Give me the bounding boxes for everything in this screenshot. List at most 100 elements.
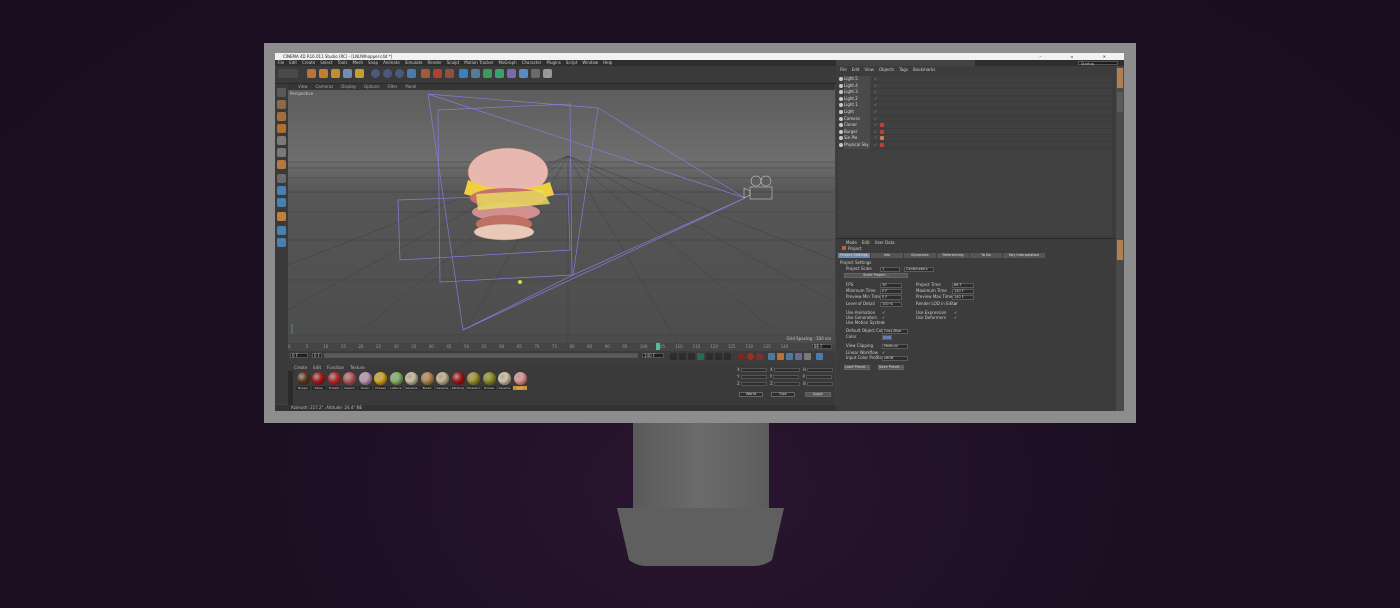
object-row[interactable]: Sin Pie ✓ xyxy=(838,135,1112,142)
om-menu-view[interactable]: View xyxy=(864,67,874,72)
visibility-check-icon[interactable]: ✓ xyxy=(874,122,877,129)
menu-render[interactable]: Render xyxy=(428,60,442,65)
menu-window[interactable]: Window xyxy=(582,60,598,65)
edge-tab-attributes[interactable] xyxy=(1117,240,1123,260)
timeline-menu-icon[interactable] xyxy=(816,353,823,360)
pla-key-icon[interactable] xyxy=(804,353,811,360)
menu-edit[interactable]: Edit xyxy=(289,60,297,65)
scale-key-icon[interactable] xyxy=(777,353,784,360)
load-preset-button[interactable]: Load Preset... xyxy=(844,365,870,370)
project-scale-field[interactable]: 1 xyxy=(880,267,900,272)
record-keys-icon[interactable] xyxy=(738,353,745,360)
tag-icon[interactable] xyxy=(880,143,884,147)
viewport-menu-filter[interactable]: Filter xyxy=(387,84,397,89)
menu-tools[interactable]: Tools xyxy=(338,60,348,65)
next-key-icon[interactable] xyxy=(715,353,722,360)
coord-mode-dropdown[interactable]: World xyxy=(739,392,763,397)
edges-mode-icon[interactable] xyxy=(277,148,286,157)
menu-sculpt[interactable]: Sculpt xyxy=(447,60,460,65)
timeline-ruler[interactable]: 0 5 10 15 20 25 30 35 40 45 50 55 60 65 70 75 80 85 90 95 10… xyxy=(288,343,835,351)
material-swatch[interactable]: Pickles xyxy=(482,372,496,390)
default-color-dropdown[interactable]: Gray-Blue xyxy=(882,329,908,334)
rotation-key-icon[interactable] xyxy=(786,353,793,360)
material-swatch[interactable]: Salt xyxy=(513,372,527,390)
om-menu-edit[interactable]: Edit xyxy=(852,67,860,72)
workplane-icon[interactable] xyxy=(277,124,286,133)
perspective-viewport[interactable]: Perspective Grid Spacing : 100 cm xyxy=(288,90,835,343)
om-menu-objects[interactable]: Objects xyxy=(879,67,894,72)
visibility-check-icon[interactable]: ✓ xyxy=(874,96,877,103)
timeline-playhead[interactable] xyxy=(656,343,660,350)
guide-icon[interactable] xyxy=(277,238,286,247)
points-mode-icon[interactable] xyxy=(277,136,286,145)
visibility-check-icon[interactable]: ✓ xyxy=(874,142,877,149)
layout-dropdown[interactable]: Startup xyxy=(1078,61,1118,66)
camera-icon[interactable] xyxy=(531,69,540,78)
goto-end-icon[interactable] xyxy=(724,353,731,360)
material-swatch[interactable]: Lettuce xyxy=(389,372,403,390)
preview-min-field[interactable]: 0 F xyxy=(880,295,902,300)
start-frame-field[interactable]: 0 F xyxy=(290,353,308,358)
menu-select[interactable]: Select xyxy=(320,60,332,65)
menu-simulate[interactable]: Simulate xyxy=(405,60,423,65)
prev-key-icon[interactable] xyxy=(679,353,686,360)
coord-field[interactable] xyxy=(807,368,834,372)
prev-frame-icon[interactable] xyxy=(688,353,695,360)
tab-project-settings[interactable]: Project Settings xyxy=(838,253,870,258)
visibility-check-icon[interactable]: ✓ xyxy=(874,76,877,83)
viewport-menu-view[interactable]: View xyxy=(298,84,308,89)
y-axis-icon[interactable] xyxy=(383,69,392,78)
project-scale-unit[interactable]: Centimeters xyxy=(904,267,934,272)
visibility-check-icon[interactable]: ✓ xyxy=(874,116,877,123)
menu-character[interactable]: Character xyxy=(522,60,542,65)
floor-icon[interactable] xyxy=(519,69,528,78)
view-clipping-dropdown[interactable]: Medium xyxy=(882,344,908,349)
viewport-menu-cameras[interactable]: Cameras xyxy=(316,84,334,89)
menu-mograph[interactable]: MoGraph xyxy=(499,60,517,65)
coord-field[interactable] xyxy=(806,375,833,379)
object-row[interactable]: Burger ✓ xyxy=(838,128,1112,136)
material-swatch[interactable]: Ketchup xyxy=(451,372,465,390)
light-icon[interactable] xyxy=(543,69,552,78)
position-key-icon[interactable] xyxy=(768,353,775,360)
keyframe-selection-icon[interactable] xyxy=(756,353,763,360)
am-menu-mode[interactable]: Mode xyxy=(846,240,857,245)
linear-workflow-checkbox[interactable]: ✓ xyxy=(882,350,885,355)
material-menu-edit[interactable]: Edit xyxy=(313,365,321,370)
rotate-icon[interactable] xyxy=(343,69,352,78)
tab-dynamics[interactable]: Dynamics xyxy=(904,253,936,258)
menu-animate[interactable]: Animate xyxy=(383,60,400,65)
visibility-check-icon[interactable]: ✓ xyxy=(874,135,877,142)
save-preset-button[interactable]: Save Preset... xyxy=(878,365,904,370)
menu-snap[interactable]: Snap xyxy=(368,60,378,65)
fps-field[interactable]: 30 xyxy=(880,283,902,288)
visibility-check-icon[interactable]: ✓ xyxy=(874,129,877,136)
material-swatch[interactable]: Burger xyxy=(296,372,310,390)
object-row[interactable]: Light.1 ✓ xyxy=(838,102,1112,109)
coord-field[interactable] xyxy=(807,382,834,386)
edge-tab-objects[interactable] xyxy=(1117,68,1123,88)
material-swatch[interactable]: Onion xyxy=(358,372,372,390)
polygons-mode-icon[interactable] xyxy=(277,160,286,169)
render-view-icon[interactable] xyxy=(421,69,430,78)
menu-script[interactable]: Script xyxy=(566,60,578,65)
tag-icon[interactable] xyxy=(880,136,884,141)
material-menu-function[interactable]: Function xyxy=(327,365,344,370)
object-row[interactable]: Cloner ✓ xyxy=(838,122,1112,129)
preview-max-field[interactable]: 140 F xyxy=(952,295,974,300)
color-swatch[interactable] xyxy=(882,335,892,340)
array-icon[interactable] xyxy=(495,69,504,78)
om-menu-file[interactable]: File xyxy=(840,67,847,72)
object-row[interactable]: Light.3 ✓ xyxy=(838,89,1112,96)
coord-size-dropdown[interactable]: Size xyxy=(771,392,795,397)
input-profile-dropdown[interactable]: sRGB xyxy=(882,356,908,361)
menu-mesh[interactable]: Mesh xyxy=(352,60,363,65)
project-time-field[interactable]: 86 F xyxy=(952,283,974,288)
object-row[interactable]: Light.2 ✓ xyxy=(838,95,1112,103)
om-menu-tags[interactable]: Tags xyxy=(899,67,908,72)
object-row[interactable]: Light.5 ✓ xyxy=(838,76,1112,83)
model-mode-icon[interactable] xyxy=(277,100,286,109)
am-menu-edit[interactable]: Edit xyxy=(862,240,870,245)
object-row[interactable]: Camera ✓ xyxy=(838,115,1112,123)
min-time-field[interactable]: 0 F xyxy=(880,289,902,294)
